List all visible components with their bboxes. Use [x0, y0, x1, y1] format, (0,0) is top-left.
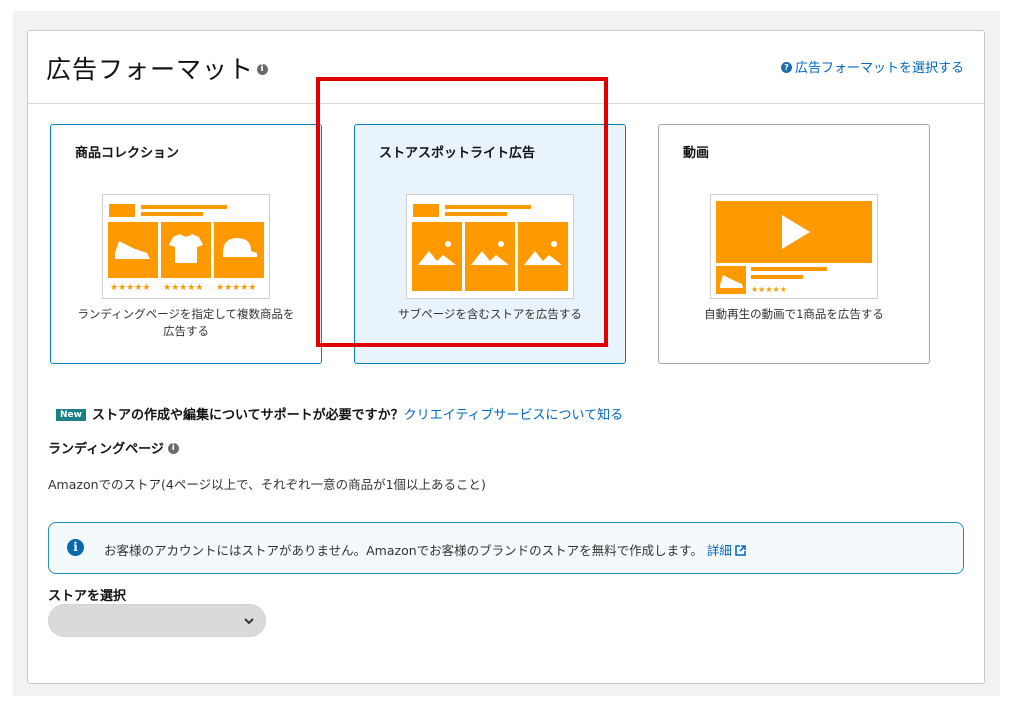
help-link-text: 広告フォーマットを選択する [794, 61, 964, 76]
video-thumbnail: ★★★★★ [710, 194, 878, 299]
info-circle-icon: i [67, 539, 84, 556]
product-collection-thumbnail: ★★★★★ ★★★★★ ★★★★★ [102, 194, 270, 299]
question-icon: ? [780, 62, 792, 73]
info-icon[interactable]: i [167, 443, 179, 454]
svg-text:★★★★★: ★★★★★ [751, 285, 787, 294]
promo-text: ストアの作成や編集についてサポートが必要ですか？ [91, 408, 404, 423]
creative-services-link[interactable]: クリエイティブサービスについて知る [404, 408, 624, 423]
info-icon[interactable]: i [257, 63, 269, 75]
card-description: 自動再生の動画で1商品を広告する [669, 306, 919, 323]
creative-services-promo: New ストアの作成や編集についてサポートが必要ですか？クリエイティブサービスにつ… [56, 404, 623, 423]
alert-text: お客様のアカウントにはストアがありません。Amazonでお客様のブランドのストア… [104, 540, 746, 559]
alert-message: お客様のアカウントにはストアがありません。Amazonでお客様のブランドのストア… [104, 543, 703, 558]
card-description-line: 広告する [163, 324, 209, 338]
product-collection-illustration: ★★★★★ ★★★★★ ★★★★★ [108, 204, 264, 293]
external-link-icon [735, 545, 746, 556]
chevron-down-icon [244, 618, 254, 625]
svg-text:★★★★★: ★★★★★ [110, 283, 150, 293]
details-link-text: 詳細 [706, 543, 732, 558]
card-title: 商品コレクション [75, 146, 180, 161]
card-title: 動画 [683, 146, 710, 161]
store-select-dropdown[interactable] [48, 604, 266, 637]
highlight-box [316, 77, 608, 347]
format-card-video[interactable]: 動画 ★★★★★ 自動再生の動画で1商品を広告する [658, 124, 930, 364]
card-description-line: 自動再生の動画で1商品を広告する [704, 307, 884, 321]
details-link[interactable]: 詳細 [707, 543, 746, 558]
new-badge: New [56, 409, 86, 421]
landing-page-label-text: ランディングページ [48, 442, 164, 457]
landing-page-description: Amazonでのストア(4ページ以上で、それぞれ一意の商品が1個以上あること) [48, 477, 486, 492]
page-title: 広告フォーマット i [46, 50, 269, 86]
landing-page-label: ランディングページ i [48, 438, 179, 457]
svg-text:★★★★★: ★★★★★ [216, 283, 256, 293]
page-title-text: 広告フォーマット [46, 55, 255, 84]
video-illustration: ★★★★★ [716, 201, 872, 294]
no-store-alert: i お客様のアカウントにはストアがありません。Amazonでお客様のブランドのス… [48, 522, 964, 574]
format-card-product-collection[interactable]: 商品コレクション ★★★★★ ★★★★★ ★★★★★ ランディングページを指定し… [50, 124, 322, 364]
store-select-label: ストアを選択 [48, 589, 127, 604]
help-link[interactable]: ? 広告フォーマットを選択する [780, 57, 964, 76]
card-description-line: ランディングページを指定して複数商品を [77, 307, 295, 321]
card-description: ランディングページを指定して複数商品を 広告する [61, 306, 311, 340]
svg-text:★★★★★: ★★★★★ [163, 283, 203, 293]
